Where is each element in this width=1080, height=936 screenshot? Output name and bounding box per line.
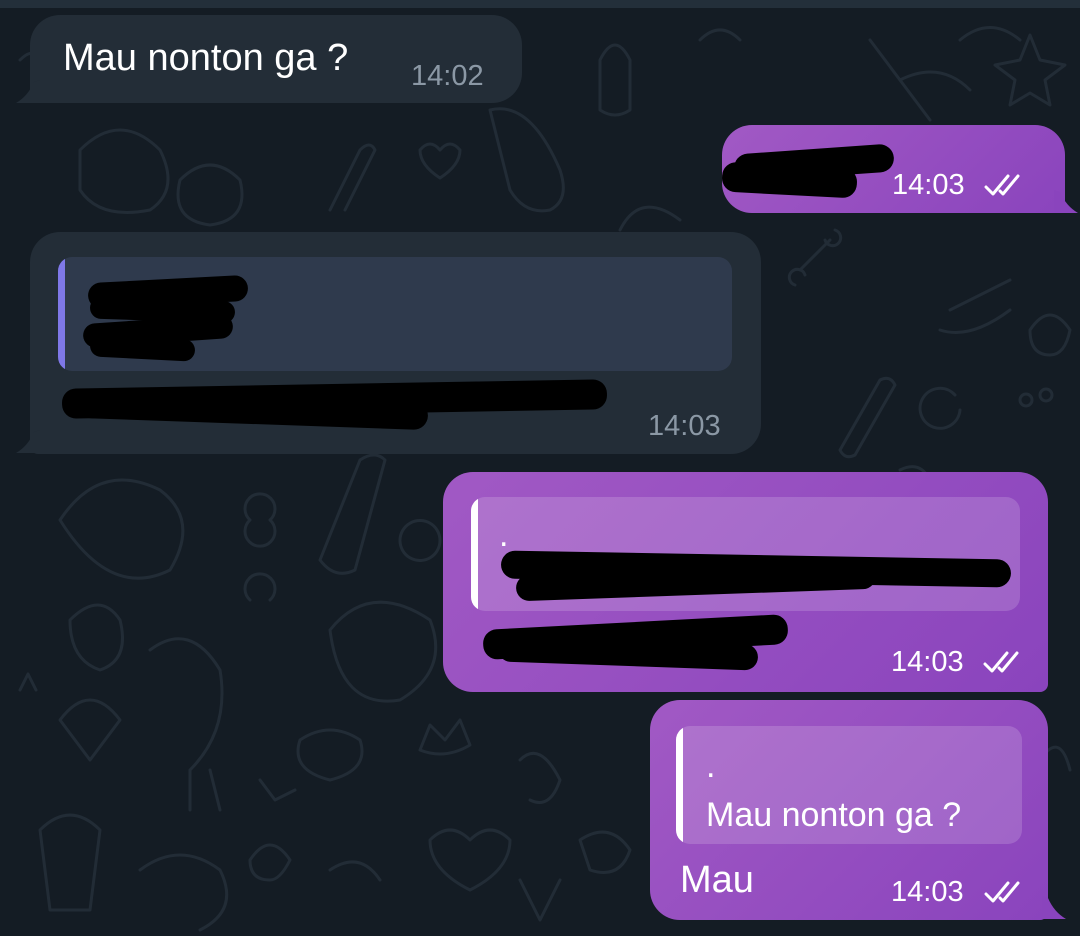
message-bubble-incoming[interactable]: Mau nonton ga ? 14:02 — [30, 15, 522, 103]
reply-quote-text: Mau nonton ga ? — [706, 796, 962, 834]
bubble-tail — [1054, 190, 1078, 213]
reply-quote-text: . — [706, 747, 716, 785]
double-check-icon — [984, 174, 1020, 196]
bubble-tail — [1042, 896, 1066, 919]
message-bubble-outgoing[interactable]: . Mau nonton ga ? Mau 14:03 — [650, 700, 1048, 920]
quote-bar — [58, 257, 65, 371]
message-bubble-incoming[interactable]: 14:03 — [30, 232, 761, 454]
reply-quote[interactable]: . Mau nonton ga ? — [676, 726, 1022, 844]
message-bubble-outgoing[interactable]: 14:03 — [721, 125, 1065, 213]
redacted-text — [721, 161, 858, 199]
quote-bar — [676, 726, 683, 844]
bubble-tail — [16, 430, 40, 453]
message-time: 14:03 — [891, 876, 964, 908]
message-time: 14:03 — [648, 410, 721, 442]
redacted-text — [89, 334, 196, 362]
bubble-tail — [16, 80, 40, 103]
message-time: 14:03 — [891, 646, 964, 678]
reply-quote-text: . — [499, 516, 509, 554]
double-check-icon — [983, 651, 1019, 673]
message-text: Mau nonton ga ? — [63, 37, 349, 79]
reply-quote[interactable]: . — [471, 497, 1020, 611]
message-bubble-outgoing[interactable]: . 14:03 — [443, 472, 1048, 692]
reply-quote[interactable] — [58, 257, 732, 371]
message-time: 14:02 — [411, 60, 484, 92]
top-edge — [0, 0, 1080, 8]
quote-bar — [471, 497, 478, 611]
double-check-icon — [984, 881, 1020, 903]
message-time: 14:03 — [892, 169, 965, 201]
message-text: Mau — [680, 859, 754, 901]
